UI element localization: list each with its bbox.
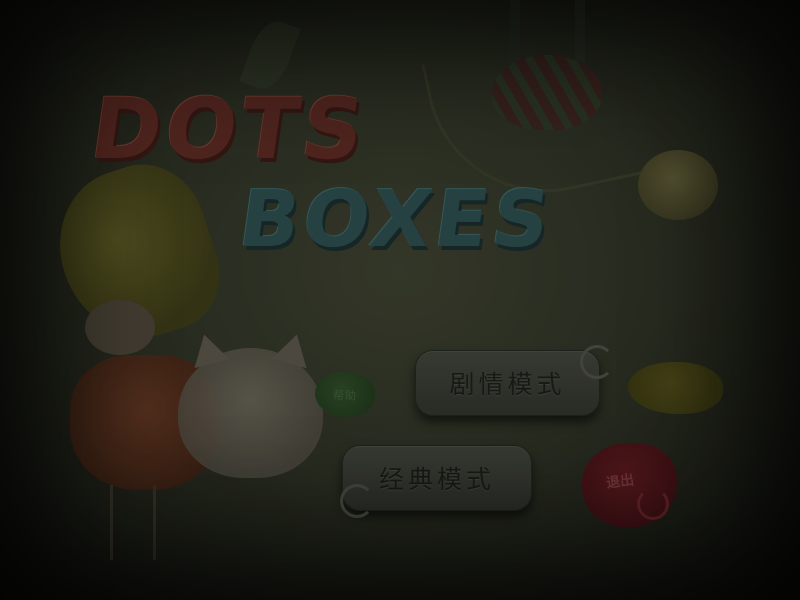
exit-button[interactable]: 退出: [582, 443, 677, 528]
exit-label: 退出: [604, 471, 635, 492]
game-main-menu: DOTS BOXES 帮助 剧情模式 经典模式 退出: [0, 0, 800, 600]
girl-legs-illustration: [110, 485, 156, 560]
hanging-girl-head-illustration: [638, 150, 718, 220]
sound-toggle-button[interactable]: [628, 362, 723, 414]
help-label: 帮助: [333, 388, 357, 402]
classic-mode-label: 经典模式: [378, 465, 495, 494]
story-mode-button[interactable]: 剧情模式: [415, 350, 600, 416]
girl-face-illustration: [85, 300, 155, 355]
logo-boxes-text: BOXES: [233, 175, 559, 265]
hanging-girl-legs-illustration: [510, 0, 585, 62]
cat-illustration: [178, 348, 323, 478]
swirl-icon: [340, 484, 374, 518]
help-button[interactable]: 帮助: [315, 372, 375, 417]
story-mode-label: 剧情模式: [449, 370, 566, 399]
logo-dots-text: DOTS: [85, 80, 374, 178]
swirl-icon: [637, 488, 669, 520]
swirl-icon: [580, 345, 614, 379]
